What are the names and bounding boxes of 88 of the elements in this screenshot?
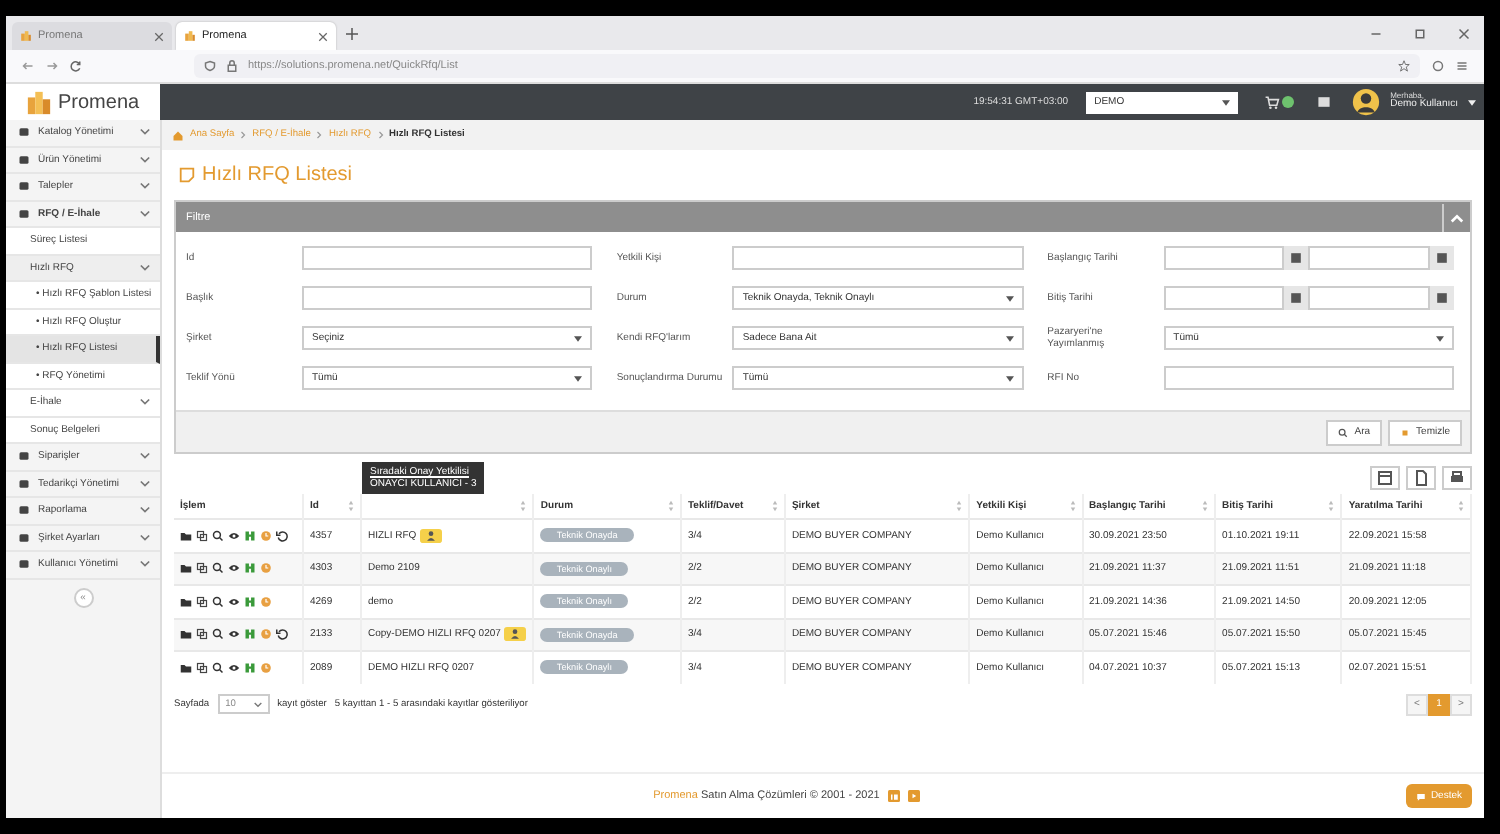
page-title: Hızlı RFQ Listesi	[202, 164, 353, 186]
caret-icon	[1222, 99, 1231, 105]
chevron-icon	[140, 533, 150, 542]
logo-icon	[20, 30, 32, 42]
chevron-icon	[140, 128, 150, 137]
caret-icon[interactable]	[1468, 99, 1476, 105]
folder-icon[interactable]	[180, 562, 192, 575]
star-icon[interactable]	[1398, 60, 1410, 72]
close-icon[interactable]	[318, 31, 328, 41]
forward-icon[interactable]	[46, 60, 58, 72]
search-icon[interactable]	[212, 628, 224, 641]
caret-icon	[1435, 335, 1444, 341]
undo-icon[interactable]	[276, 529, 288, 542]
avatar-icon[interactable]	[1352, 88, 1381, 116]
copy-icon[interactable]	[196, 595, 208, 608]
eye-icon[interactable]	[228, 529, 240, 542]
lock-icon	[226, 60, 238, 72]
eye-icon[interactable]	[228, 628, 240, 641]
document-icon[interactable]	[1406, 466, 1436, 490]
date-field[interactable]	[1163, 286, 1285, 310]
search-icon[interactable]	[212, 529, 224, 542]
maximize-icon[interactable]	[1414, 27, 1426, 39]
calendar-icon[interactable]	[1430, 286, 1454, 310]
date-field[interactable]	[1308, 286, 1430, 310]
search-icon	[1338, 427, 1349, 437]
chevron-icon	[140, 479, 150, 488]
user-badge-icon[interactable]	[420, 527, 443, 544]
chevron-icon	[140, 560, 150, 569]
eye-icon[interactable]	[228, 661, 240, 674]
caret-icon	[574, 375, 583, 381]
eye-icon[interactable]	[228, 595, 240, 608]
copy-icon[interactable]	[196, 562, 208, 575]
caret-icon	[1005, 335, 1014, 341]
search-icon[interactable]	[212, 595, 224, 608]
logo-text: Promena	[58, 91, 140, 113]
folder-icon[interactable]	[180, 529, 192, 542]
close-icon[interactable]	[1458, 27, 1470, 39]
calendar-icon[interactable]	[1430, 246, 1454, 270]
search-icon[interactable]	[212, 661, 224, 674]
chevron-icon	[140, 452, 150, 461]
logo-icon	[184, 30, 196, 42]
folder-icon[interactable]	[180, 661, 192, 674]
chevron-icon	[140, 398, 150, 407]
chevron-icon	[253, 701, 262, 707]
text-field[interactable]	[302, 246, 593, 270]
binoculars-icon[interactable]	[244, 529, 256, 542]
menu-icon[interactable]	[1456, 60, 1468, 72]
print-icon[interactable]	[1442, 466, 1472, 490]
status-dot	[1282, 96, 1295, 108]
copy-icon[interactable]	[196, 661, 208, 674]
text-field[interactable]	[1163, 366, 1454, 390]
message-icon[interactable]	[1316, 94, 1333, 110]
folder-icon[interactable]	[180, 595, 192, 608]
chevron-icon	[377, 130, 384, 140]
folder-icon[interactable]	[180, 628, 192, 641]
eye-icon[interactable]	[228, 562, 240, 575]
chat-icon	[1416, 791, 1427, 801]
search-icon[interactable]	[212, 562, 224, 575]
binoculars-icon[interactable]	[244, 595, 256, 608]
close-icon[interactable]	[154, 31, 164, 41]
home-icon	[172, 129, 184, 141]
date-field[interactable]	[1308, 246, 1430, 270]
chevron-icon	[140, 263, 150, 272]
chevron-icon	[140, 155, 150, 164]
minimize-icon[interactable]	[1370, 27, 1382, 39]
text-field[interactable]	[732, 246, 1024, 270]
copy-icon[interactable]	[196, 628, 208, 641]
caret-icon	[574, 335, 583, 341]
calendar-icon[interactable]	[1284, 246, 1309, 270]
binoculars-icon[interactable]	[244, 661, 256, 674]
chevron-icon	[140, 182, 150, 191]
undo-icon[interactable]	[276, 628, 288, 641]
new-tab-icon[interactable]	[346, 27, 358, 39]
caret-icon	[1005, 375, 1014, 381]
caret-icon	[1005, 295, 1014, 301]
chevron-icon	[140, 506, 150, 515]
chevron-icon	[240, 130, 247, 140]
chevron-icon	[316, 130, 323, 140]
user-badge-icon[interactable]	[504, 626, 527, 643]
columns-icon[interactable]	[1370, 466, 1400, 490]
logo-icon	[26, 89, 52, 115]
copy-icon[interactable]	[196, 529, 208, 542]
back-icon[interactable]	[22, 60, 34, 72]
date-field[interactable]	[1163, 246, 1285, 270]
chevron-icon	[140, 209, 150, 218]
text-field[interactable]	[302, 286, 593, 310]
calendar-icon[interactable]	[1284, 286, 1309, 310]
reload-icon[interactable]	[70, 60, 82, 72]
